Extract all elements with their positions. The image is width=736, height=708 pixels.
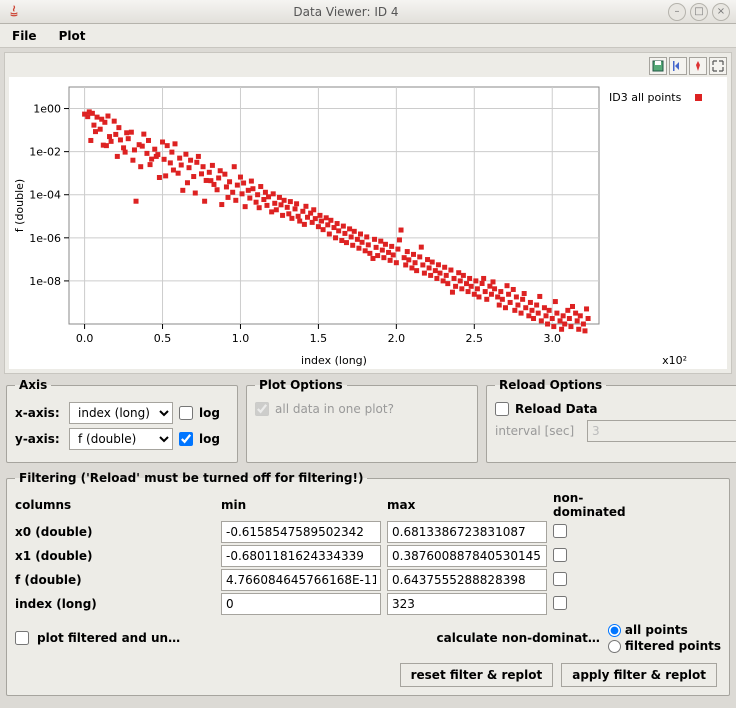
plot-filtered-checkbox[interactable] — [15, 631, 29, 645]
minimize-button[interactable]: – — [668, 3, 686, 21]
java-icon — [6, 4, 22, 20]
filter-max-field[interactable] — [387, 521, 547, 543]
chart-toolbar — [9, 57, 727, 75]
filter-row-name: x0 (double) — [15, 525, 215, 539]
x-log-checkbox[interactable] — [179, 406, 193, 420]
filter-min-field[interactable] — [221, 593, 381, 615]
chart-area: 0.0 0.5 1.0 1.5 2.0 2.5 3.0 1e-08 1e-06 1e-04 1e-0… — [9, 77, 727, 369]
interval-label: interval [sec] — [495, 424, 581, 438]
filter-max-field[interactable] — [387, 569, 547, 591]
columns-header: columns — [15, 498, 215, 512]
filtering-legend: Filtering ('Reload' must be turned off f… — [15, 471, 367, 485]
plot-filtered-label[interactable]: plot filtered and un… — [37, 631, 217, 645]
menu-plot[interactable]: Plot — [53, 27, 92, 45]
svg-text:2.0: 2.0 — [388, 332, 406, 345]
svg-text:x10²: x10² — [662, 354, 687, 367]
filter-min-field[interactable] — [221, 521, 381, 543]
expand-icon[interactable] — [709, 57, 727, 75]
x-log-label[interactable]: log — [199, 406, 220, 420]
svg-text:f (double): f (double) — [13, 179, 26, 232]
reload-label[interactable]: Reload Data — [515, 402, 598, 416]
reload-panel: Reload Options Reload Data interval [sec… — [486, 378, 736, 463]
svg-text:1e-02: 1e-02 — [29, 146, 61, 159]
nondom-header: non-dominated — [553, 491, 593, 519]
plot-options-panel: Plot Options all data in one plot? — [246, 378, 478, 463]
interval-field — [587, 420, 736, 442]
filtering-panel: Filtering ('Reload' must be turned off f… — [6, 471, 730, 696]
reset-filter-button[interactable]: reset filter & replot — [400, 663, 554, 687]
filter-row-name: f (double) — [15, 573, 215, 587]
filter-nondom-checkbox[interactable] — [553, 572, 567, 586]
menu-file[interactable]: File — [6, 27, 43, 45]
filter-max-field[interactable] — [387, 593, 547, 615]
y-axis-label: y-axis: — [15, 432, 63, 446]
save-icon[interactable] — [649, 57, 667, 75]
scatter-chart: 0.0 0.5 1.0 1.5 2.0 2.5 3.0 1e-08 1e-06 1e-04 1e-0… — [9, 77, 729, 369]
svg-text:1e-04: 1e-04 — [29, 189, 61, 202]
x-axis-label: x-axis: — [15, 406, 63, 420]
filter-max-field[interactable] — [387, 545, 547, 567]
svg-text:ID3 all points: ID3 all points — [609, 91, 682, 104]
svg-text:1e00: 1e00 — [33, 103, 61, 116]
close-button[interactable]: × — [712, 3, 730, 21]
pin-icon[interactable] — [689, 57, 707, 75]
y-log-checkbox[interactable] — [179, 432, 193, 446]
svg-text:index (long): index (long) — [301, 354, 367, 367]
all-in-one-label: all data in one plot? — [275, 402, 394, 416]
radio-filtered-label[interactable]: filtered points — [625, 639, 721, 653]
svg-text:0.5: 0.5 — [154, 332, 172, 345]
y-axis-select[interactable]: f (double) — [69, 428, 173, 450]
filter-nondom-checkbox[interactable] — [553, 548, 567, 562]
svg-text:2.5: 2.5 — [466, 332, 484, 345]
window-title: Data Viewer: ID 4 — [28, 5, 664, 19]
svg-text:1.5: 1.5 — [310, 332, 328, 345]
all-in-one-checkbox — [255, 402, 269, 416]
radio-all-label[interactable]: all points — [625, 623, 688, 637]
filter-nondom-checkbox[interactable] — [553, 596, 567, 610]
svg-text:1e-06: 1e-06 — [29, 232, 61, 245]
x-axis-select[interactable]: index (long) — [69, 402, 173, 424]
titlebar: Data Viewer: ID 4 – □ × — [0, 0, 736, 24]
reload-checkbox[interactable] — [495, 402, 509, 416]
filter-row-name: x1 (double) — [15, 549, 215, 563]
max-header: max — [387, 498, 547, 512]
calc-nondom-label: calculate non-dominat… — [437, 631, 600, 645]
filter-row-name: index (long) — [15, 597, 215, 611]
min-header: min — [221, 498, 381, 512]
menubar: File Plot — [0, 24, 736, 48]
svg-text:1e-08: 1e-08 — [29, 275, 61, 288]
svg-text:1.0: 1.0 — [232, 332, 250, 345]
radio-all-points[interactable] — [608, 624, 621, 637]
apply-filter-button[interactable]: apply filter & replot — [561, 663, 717, 687]
svg-text:3.0: 3.0 — [543, 332, 561, 345]
maximize-button[interactable]: □ — [690, 3, 708, 21]
zoom-reset-icon[interactable] — [669, 57, 687, 75]
svg-text:0.0: 0.0 — [76, 332, 94, 345]
axis-panel: Axis x-axis: index (long) log y-axis: f … — [6, 378, 238, 463]
reload-legend: Reload Options — [495, 378, 606, 392]
filter-nondom-checkbox[interactable] — [553, 524, 567, 538]
y-log-label[interactable]: log — [199, 432, 220, 446]
axis-legend: Axis — [15, 378, 51, 392]
radio-filtered-points[interactable] — [608, 640, 621, 653]
chart-panel: 0.0 0.5 1.0 1.5 2.0 2.5 3.0 1e-08 1e-06 1e-04 1e-0… — [4, 52, 732, 374]
filter-min-field[interactable] — [221, 569, 381, 591]
plot-options-legend: Plot Options — [255, 378, 347, 392]
filter-min-field[interactable] — [221, 545, 381, 567]
